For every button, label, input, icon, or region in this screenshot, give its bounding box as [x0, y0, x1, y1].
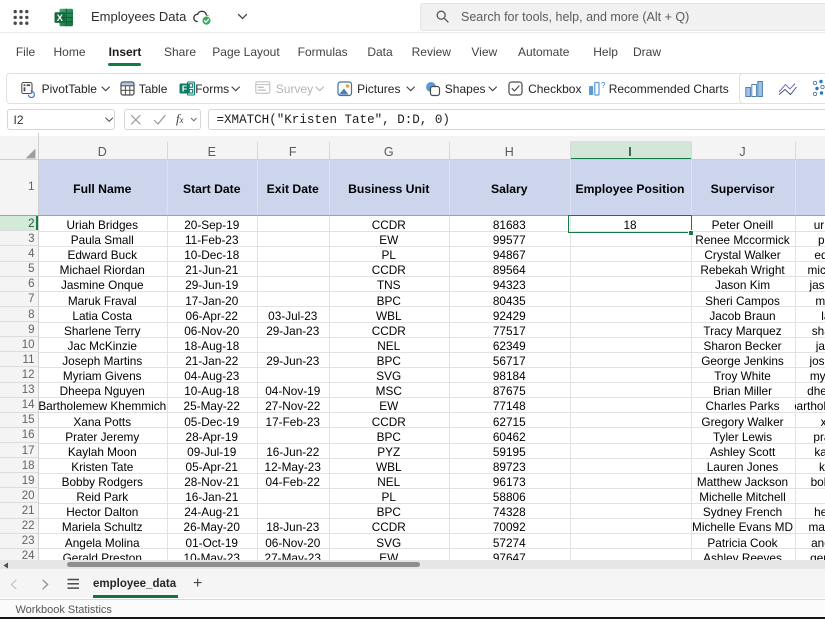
svg-text:?: ?: [601, 81, 606, 90]
svg-text:X: X: [57, 13, 64, 24]
svg-text:F: F: [181, 83, 186, 93]
